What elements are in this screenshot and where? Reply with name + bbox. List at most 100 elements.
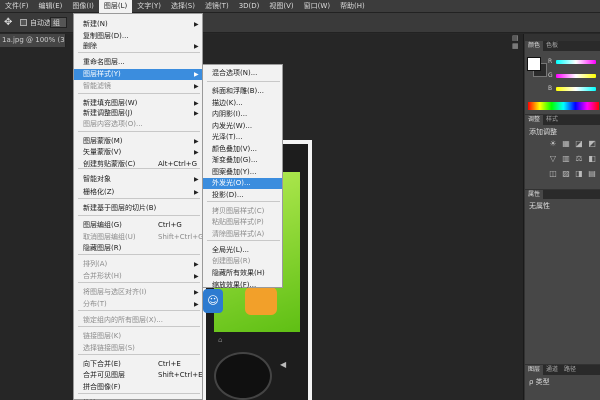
layer-style-menu-item[interactable]: 内阴影(I)... xyxy=(203,109,282,120)
layer-style-menu-item[interactable]: 隐藏所有效果(H) xyxy=(203,268,282,279)
layer-menu-item: 将图层与选区对齐(I) ▶ xyxy=(74,287,202,298)
menu-3d[interactable]: 3D(D) xyxy=(234,0,265,13)
menu-view[interactable]: 视图(V) xyxy=(264,0,298,13)
layer-style-menu-item[interactable]: 投影(D)... xyxy=(203,190,282,201)
tab-swatches[interactable]: 色板 xyxy=(543,41,561,51)
vibrance-icon[interactable]: ▽ xyxy=(549,155,557,163)
layer-menu-item[interactable]: 图层编组(G) Ctrl+G xyxy=(74,220,202,231)
layer-menu-item-shortcut: Ctrl+E xyxy=(158,360,181,368)
layer-menu-item[interactable]: 合并可见图层 Shift+Ctrl+E xyxy=(74,370,203,381)
menu-separator xyxy=(78,52,200,53)
layer-style-menu-item-label: 隐藏所有效果(H) xyxy=(212,269,265,277)
levels-icon[interactable]: ▦ xyxy=(562,140,570,148)
layer-menu-item: 选择链接图层(S) xyxy=(74,343,202,354)
curves-icon[interactable]: ◪ xyxy=(575,140,583,148)
tab-channels[interactable]: 通道 xyxy=(543,365,561,375)
submenu-arrow-icon: ▶ xyxy=(194,21,199,28)
layer-menu-item[interactable]: 拼合图像(F) xyxy=(74,382,202,393)
layer-menu-item[interactable]: 新建(N) ▶ xyxy=(74,19,202,30)
layer-menu-item-label: 新建填充图层(W) xyxy=(83,99,138,107)
layer-menu-item[interactable]: 创建剪贴蒙版(C) Alt+Ctrl+G xyxy=(74,159,202,170)
layer-menu-item[interactable]: 向下合并(E) Ctrl+E xyxy=(74,359,202,370)
layer-menu-item: 图层内容选项(O)... xyxy=(74,119,202,130)
brightness-icon[interactable]: ☀ xyxy=(549,140,557,148)
layer-menu-item[interactable]: 智能对象 ▶ xyxy=(74,174,202,185)
layer-style-menu-item[interactable]: 图案叠加(Y)... xyxy=(203,167,282,178)
layer-style-menu-item: 清除图层样式(A) xyxy=(203,229,282,240)
layer-menu-item[interactable]: 新建基于图层的切片(B) xyxy=(74,203,202,214)
layer-menu-item-label: 新建基于图层的切片(B) xyxy=(83,204,157,212)
gradient-map-icon[interactable]: ▤ xyxy=(588,170,596,178)
menu-image[interactable]: 图像(I) xyxy=(67,0,99,13)
menu-file[interactable]: 文件(F) xyxy=(0,0,34,13)
layer-menu-item-label: 重命名图层... xyxy=(83,58,125,66)
posterize-icon[interactable]: ▨ xyxy=(562,170,570,178)
slider-g[interactable] xyxy=(556,74,596,78)
submenu-arrow-icon: ▶ xyxy=(194,43,199,50)
tab-styles[interactable]: 样式 xyxy=(543,115,561,125)
menu-help[interactable]: 帮助(H) xyxy=(335,0,370,13)
layer-style-menu-item[interactable]: 内发光(W)... xyxy=(203,121,282,132)
tab-layers[interactable]: 图层 xyxy=(525,365,544,375)
invert-icon[interactable]: ◫ xyxy=(549,170,557,178)
tab-color[interactable]: 颜色 xyxy=(525,41,544,51)
layer-menu-item-label: 新建调整图层(J) xyxy=(83,109,133,117)
layer-style-menu-item-label: 投影(D)... xyxy=(212,191,244,199)
auto-select-dropdown[interactable]: 组 xyxy=(50,17,67,28)
menu-type[interactable]: 文字(Y) xyxy=(132,0,166,13)
exposure-icon[interactable]: ◩ xyxy=(588,140,596,148)
menu-select[interactable]: 选择(S) xyxy=(166,0,200,13)
tab-paths[interactable]: 路径 xyxy=(561,365,579,375)
foreground-color-swatch[interactable] xyxy=(527,57,541,71)
layer-style-menu-item[interactable]: 渐变叠加(G)... xyxy=(203,155,282,166)
layer-style-menu-item: 创建图层(R) xyxy=(203,256,282,267)
label-r: R xyxy=(548,58,553,65)
layer-menu-item-label: 取消图层编组(U) xyxy=(83,233,136,241)
color-balance-icon[interactable]: ⚖ xyxy=(575,155,583,163)
slider-r[interactable] xyxy=(556,60,596,64)
layer-style-menu-item-label: 拷贝图层样式(C) xyxy=(212,207,265,215)
layer-style-menu-item[interactable]: 全局光(L)... xyxy=(203,245,282,256)
layer-menu-item-label: 锁定组内的所有图层(X)... xyxy=(83,316,163,324)
layer-style-menu-item[interactable]: 外发光(O)... xyxy=(203,178,282,189)
layer-menu-item-label: 新建(N) xyxy=(83,20,108,28)
menu-layer[interactable]: 图层(L) xyxy=(98,0,133,13)
black-white-icon[interactable]: ◧ xyxy=(588,155,596,163)
layer-menu-item-label: 链接图层(K) xyxy=(83,332,122,340)
layer-menu-item[interactable]: 隐藏图层(R) xyxy=(74,243,202,254)
menu-window[interactable]: 窗口(W) xyxy=(299,0,335,13)
tab-adjustments[interactable]: 调整 xyxy=(525,115,544,125)
layer-menu-item[interactable]: 栅格化(Z) ▶ xyxy=(74,187,202,198)
layer-style-menu-item[interactable]: 颜色叠加(V)... xyxy=(203,144,282,155)
move-tool-icon[interactable]: ✥ xyxy=(4,17,16,29)
menu-edit[interactable]: 编辑(E) xyxy=(34,0,68,13)
layers-panel-tabs: 图层 通道 路径 xyxy=(525,365,600,375)
layer-style-menu-item: 粘贴图层样式(P) xyxy=(203,217,282,228)
layer-style-menu-item[interactable]: 斜面和浮雕(B)... xyxy=(203,86,282,97)
layer-menu-item[interactable]: 图层样式(Y) ▶ xyxy=(74,69,202,80)
layer-kind-filter[interactable]: ρ 类型 xyxy=(529,377,550,387)
layer-menu-item-shortcut: Shift+Ctrl+E xyxy=(158,371,203,379)
layer-menu-item-label: 智能对象 xyxy=(83,175,111,183)
layer-menu-item[interactable]: 矢量蒙版(V) ▶ xyxy=(74,147,202,158)
layer-menu-item[interactable]: 删除 ▶ xyxy=(74,41,202,52)
layer-style-menu-item[interactable]: 描边(K)... xyxy=(203,98,282,109)
submenu-arrow-icon: ▶ xyxy=(194,83,199,90)
color-spectrum[interactable] xyxy=(528,102,599,110)
auto-select-checkbox[interactable] xyxy=(20,19,27,26)
layer-menu-item[interactable]: 新建调整图层(J) ▶ xyxy=(74,108,202,119)
hue-icon[interactable]: ▥ xyxy=(562,155,570,163)
layer-style-menu-item[interactable]: 缩放效果(F)... xyxy=(203,280,282,291)
layer-style-menu-item[interactable]: 光泽(T)... xyxy=(203,132,282,143)
layer-style-menu-item[interactable]: 混合选项(N)... xyxy=(203,68,282,79)
submenu-arrow-icon: ▶ xyxy=(194,71,199,78)
layer-menu-item: 合并形状(H) ▶ xyxy=(74,271,202,282)
menu-filter[interactable]: 滤镜(T) xyxy=(200,0,234,13)
document-tab[interactable]: 1a.jpg @ 100% (3.4.1b. xyxy=(0,34,66,47)
threshold-icon[interactable]: ◨ xyxy=(575,170,583,178)
slider-b[interactable] xyxy=(556,87,596,91)
panel-dock-icons[interactable]: ▤ ▦ xyxy=(512,34,522,54)
layer-menu-item-label: 创建剪贴蒙版(C) xyxy=(83,160,136,168)
layer-menu-item[interactable]: 重命名图层... xyxy=(74,57,202,68)
layer-menu-item[interactable]: 图层蒙版(M) ▶ xyxy=(74,136,202,147)
